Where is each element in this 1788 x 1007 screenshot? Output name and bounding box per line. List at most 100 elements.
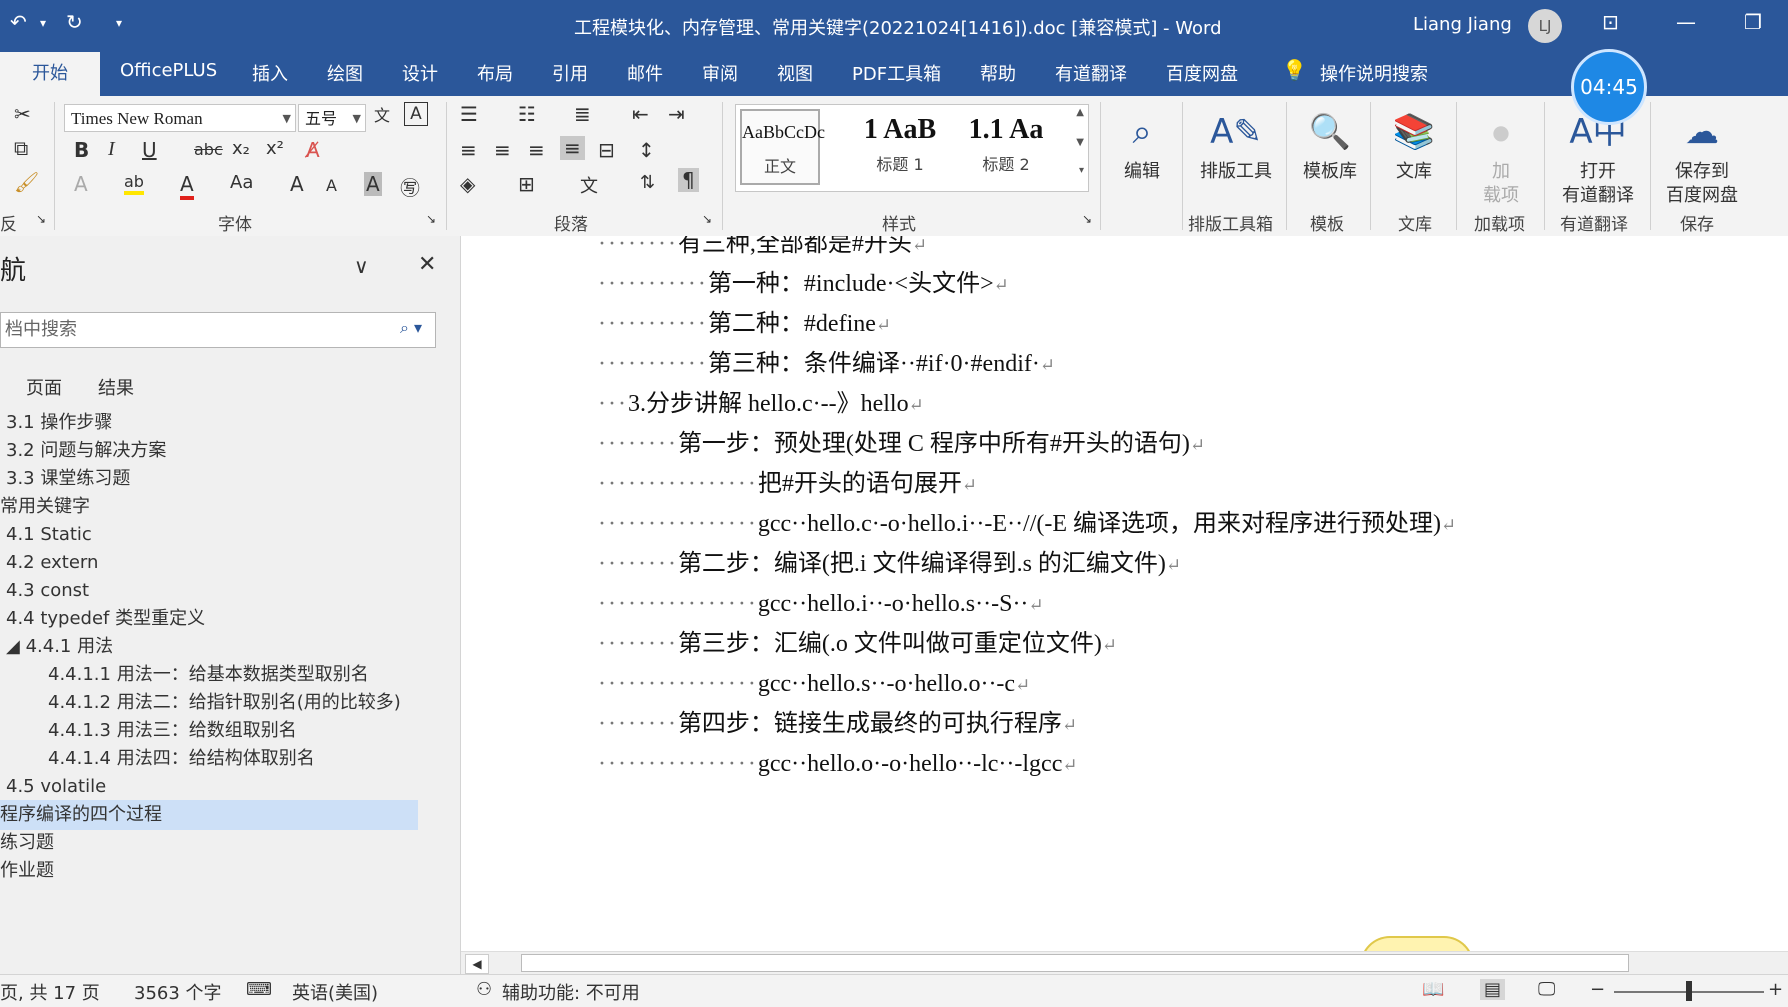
language[interactable]: 英语(美国) bbox=[292, 979, 378, 1005]
chevron-down-icon[interactable]: ∨ bbox=[354, 254, 369, 278]
enclose-characters-icon[interactable]: ㊢ bbox=[400, 172, 420, 201]
zoom-out-button[interactable]: − bbox=[1590, 979, 1605, 1000]
document-line[interactable]: ················gcc··hello.c·-o·hello.i·… bbox=[598, 506, 1456, 542]
nav-heading-item[interactable]: 4.1 Static bbox=[0, 520, 92, 550]
align-center-icon[interactable]: ≡ bbox=[494, 138, 511, 162]
document-canvas[interactable]: ········有三种,全部都是#开头↵ ···········第一种：#incl… bbox=[461, 236, 1788, 951]
show-marks-icon[interactable]: ¶ bbox=[678, 168, 699, 192]
avatar[interactable]: LJ bbox=[1528, 9, 1562, 43]
document-line[interactable]: ················gcc··hello.i··-o·hello.s… bbox=[598, 586, 1044, 622]
gallery-down-icon[interactable]: ▼ bbox=[1076, 137, 1084, 148]
nav-heading-item[interactable]: 4.2 extern bbox=[0, 548, 98, 578]
chevron-down-icon[interactable]: ▼ bbox=[353, 105, 361, 133]
tab-layout[interactable]: 布局 bbox=[477, 60, 513, 86]
multilevel-list-icon[interactable]: ≣ bbox=[574, 102, 591, 126]
nav-heading-item[interactable]: 4.3 const bbox=[0, 576, 89, 606]
chevron-down-icon[interactable]: ▼ bbox=[283, 105, 291, 133]
nav-heading-item[interactable]: 3.3 课堂练习题 bbox=[0, 464, 130, 494]
template-library-button[interactable]: 🔍 模板库 bbox=[1296, 104, 1364, 184]
nav-heading-item[interactable]: 作业题 bbox=[0, 856, 54, 886]
font-size-combo[interactable]: 五号 ▼ bbox=[298, 104, 366, 132]
document-line[interactable]: ········第三步：汇编(.o 文件叫做可重定位文件)↵ bbox=[598, 626, 1117, 662]
layout-tools-button[interactable]: A✎ 排版工具 bbox=[1192, 104, 1280, 184]
nav-heading-item[interactable]: 3.2 问题与解决方案 bbox=[0, 436, 166, 466]
sort-icon[interactable]: ⇅ bbox=[640, 172, 655, 193]
document-line[interactable]: ········第一步：预处理(处理 C 程序中所有#开头的语句)↵ bbox=[598, 426, 1205, 462]
nav-heading-item[interactable]: 4.4.1.4 用法四：给结构体取别名 bbox=[0, 744, 315, 774]
nav-heading-item[interactable]: 3.1 操作步骤 bbox=[0, 408, 112, 438]
editing-button[interactable]: ⌕ 编辑 bbox=[1112, 104, 1172, 184]
cut-icon[interactable]: ✂ bbox=[14, 102, 31, 126]
tab-help[interactable]: 帮助 bbox=[980, 60, 1016, 86]
close-icon[interactable]: ✕ bbox=[418, 252, 436, 277]
document-line[interactable]: ········第四步：链接生成最终的可执行程序↵ bbox=[598, 706, 1077, 742]
scroll-thumb[interactable] bbox=[521, 954, 1629, 972]
style-heading-1[interactable]: 1 AaB 标题 1 bbox=[848, 109, 952, 185]
tab-pdf-tools[interactable]: PDF工具箱 bbox=[852, 60, 941, 86]
nav-heading-item[interactable]: 程序编译的四个过程 bbox=[0, 800, 418, 830]
tab-mailings[interactable]: 邮件 bbox=[627, 60, 663, 86]
document-line[interactable]: ················gcc··hello.o·-o·hello··-… bbox=[598, 746, 1077, 782]
horizontal-scrollbar[interactable]: ◀ bbox=[461, 951, 1788, 975]
nav-search-input[interactable]: 档中搜索 bbox=[0, 312, 436, 348]
addins-button[interactable]: ● 加 载项 bbox=[1466, 104, 1536, 208]
font-name-combo[interactable]: Times New Roman ▼ bbox=[64, 104, 296, 132]
chinese-layout-icon[interactable]: 文 bbox=[580, 172, 598, 198]
strikethrough-icon[interactable]: abc bbox=[194, 140, 223, 159]
undo-dropdown-icon[interactable]: ▾ bbox=[40, 16, 46, 30]
document-line[interactable]: ···········第二种：#define↵ bbox=[598, 306, 891, 342]
nav-heading-item[interactable]: 常用关键字 bbox=[0, 492, 90, 522]
gallery-more-icon[interactable]: ▾ bbox=[1079, 165, 1084, 176]
tab-youdao[interactable]: 有道翻译 bbox=[1055, 60, 1127, 86]
restore-icon[interactable]: ❐ bbox=[1744, 10, 1762, 34]
accessibility-status[interactable]: 辅助功能: 不可用 bbox=[502, 979, 640, 1005]
user-name[interactable]: Liang Jiang bbox=[1413, 14, 1512, 35]
lightbulb-icon[interactable]: 💡 bbox=[1282, 58, 1307, 82]
tell-me-search[interactable]: 操作说明搜索 bbox=[1320, 60, 1428, 86]
decrease-indent-icon[interactable]: ⇤ bbox=[632, 102, 649, 126]
gallery-up-icon[interactable]: ▲ bbox=[1076, 107, 1084, 118]
document-line[interactable]: ················gcc··hello.s··-o·hello.o… bbox=[598, 666, 1030, 702]
save-to-baidu-button[interactable]: ☁ 保存到 百度网盘 bbox=[1656, 104, 1748, 208]
copy-icon[interactable]: ⧉ bbox=[14, 136, 28, 160]
document-line[interactable]: ················把#开头的语句展开↵ bbox=[598, 466, 977, 502]
tab-baidu-netdisk[interactable]: 百度网盘 bbox=[1166, 60, 1238, 86]
tab-view[interactable]: 视图 bbox=[777, 60, 813, 86]
tab-officeplus[interactable]: OfficePLUS bbox=[120, 60, 217, 81]
character-border-icon[interactable]: A bbox=[404, 102, 428, 126]
shading-icon[interactable]: ◈ bbox=[460, 172, 475, 196]
borders-icon[interactable]: ⊞ bbox=[518, 172, 535, 196]
scroll-left-icon[interactable]: ◀ bbox=[465, 954, 489, 974]
nav-heading-item[interactable]: 4.4.1.3 用法三：给数组取别名 bbox=[0, 716, 297, 746]
shrink-font-icon[interactable]: A bbox=[326, 176, 337, 195]
nav-heading-item[interactable]: 4.5 volatile bbox=[0, 772, 106, 802]
clear-formatting-icon[interactable]: A̸ bbox=[306, 138, 320, 162]
page-count[interactable]: 页, 共 17 页 bbox=[0, 979, 100, 1005]
document-line[interactable]: ···········第一种：#include·<头文件>↵ bbox=[598, 266, 1009, 302]
styles-launcher-icon[interactable]: ↘ bbox=[1082, 212, 1092, 226]
distributed-icon[interactable]: ⊟ bbox=[598, 138, 615, 162]
tab-insert[interactable]: 插入 bbox=[252, 60, 288, 86]
font-color-icon[interactable]: A bbox=[180, 172, 194, 200]
nav-heading-item[interactable]: 4.4.1.1 用法一：给基本数据类型取别名 bbox=[0, 660, 369, 690]
customize-toolbar-icon[interactable]: ▾ bbox=[116, 16, 122, 30]
tab-results[interactable]: 结果 bbox=[98, 374, 134, 400]
read-mode-icon[interactable]: 📖 bbox=[1422, 979, 1444, 1000]
highlight-icon[interactable]: ab bbox=[124, 172, 144, 195]
style-normal[interactable]: AaBbCcDc 正文 bbox=[740, 109, 825, 185]
document-line[interactable]: ········第二步：编译(把.i 文件编译得到.s 的汇编文件)↵ bbox=[598, 546, 1181, 582]
tab-draw[interactable]: 绘图 bbox=[327, 60, 363, 86]
align-right-icon[interactable]: ≡ bbox=[528, 138, 545, 162]
nav-heading-item[interactable]: ◢ 4.4.1 用法 bbox=[0, 632, 113, 662]
nav-heading-item[interactable]: 4.4 typedef 类型重定义 bbox=[0, 604, 205, 634]
font-launcher-icon[interactable]: ↘ bbox=[426, 212, 436, 226]
justify-icon[interactable]: ≡ bbox=[560, 136, 585, 160]
undo-icon[interactable]: ↶ bbox=[10, 10, 27, 34]
print-layout-icon[interactable]: ▤ bbox=[1480, 979, 1506, 1000]
bold-icon[interactable]: B bbox=[74, 138, 89, 162]
numbering-icon[interactable]: ☷ bbox=[518, 102, 536, 126]
document-line[interactable]: ···3.分步讲解 hello.c·--》hello↵ bbox=[598, 386, 924, 422]
change-case-icon[interactable]: Aa bbox=[230, 172, 253, 193]
character-shading-icon[interactable]: A bbox=[364, 172, 382, 196]
tab-pages[interactable]: 页面 bbox=[26, 374, 62, 400]
